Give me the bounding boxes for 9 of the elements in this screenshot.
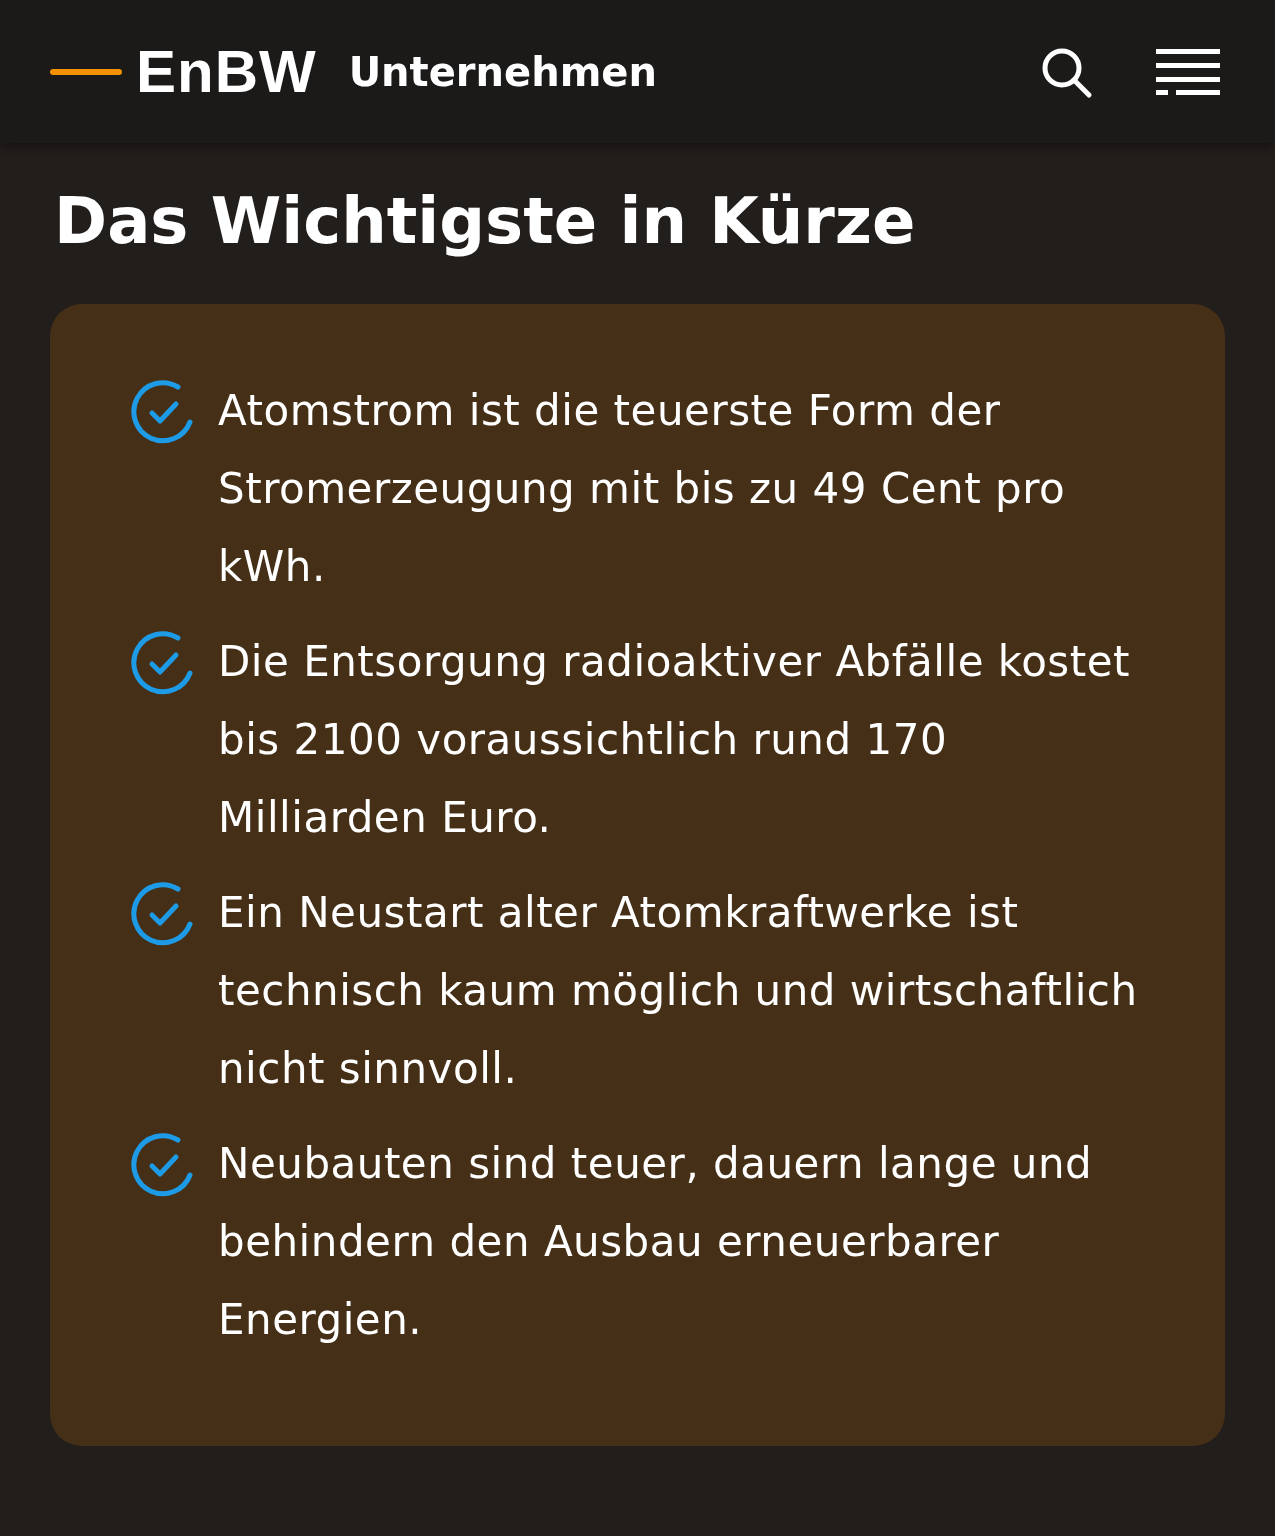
summary-text: Die Entsorgung radioaktiver Abfälle kostet bis 2100 voraussichtlich rund 170 Milliarden Euro. (218, 635, 1131, 844)
menu-icon[interactable] (1156, 48, 1220, 95)
summary-text: Neubauten sind teuer, dauern lange und behindern den Ausbau erneuerbarer Energien. (218, 1137, 1094, 1346)
logo-dash-icon (50, 68, 122, 75)
summary-text: Atomstrom ist die teuerste Form der Stromerzeugung mit bis zu 49 Cent pro kWh. (218, 384, 1067, 593)
page-title: Das Wichtigste in Kürze (54, 183, 917, 260)
summary-text: Ein Neustart alter Atomkraftwerke ist technisch kaum möglich und wirtschaftlich nicht sinnvoll. (218, 886, 1139, 1095)
section-name: Unternehmen (348, 48, 657, 95)
logo[interactable]: EnBW (136, 37, 317, 106)
